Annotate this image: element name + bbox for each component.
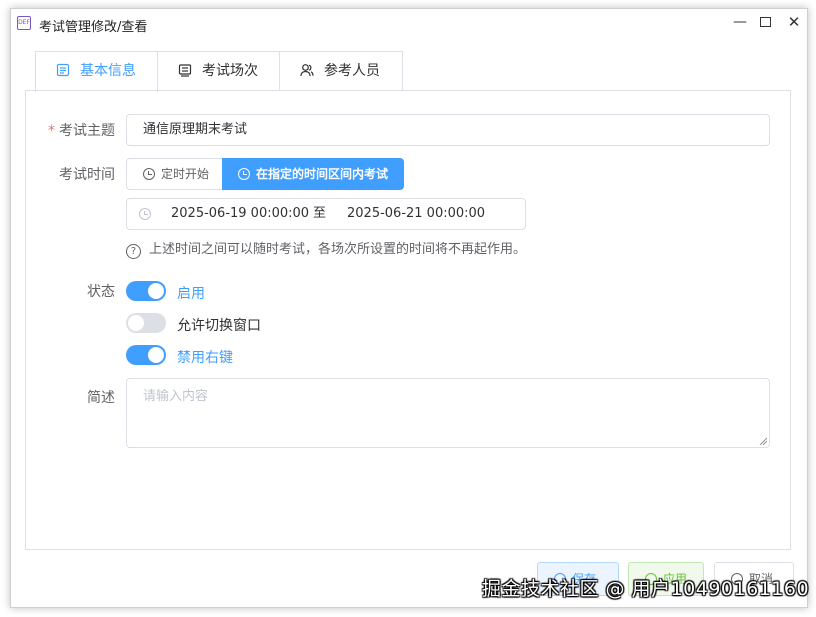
clock-icon	[238, 168, 250, 180]
maximize-icon[interactable]	[752, 11, 778, 33]
dialog-window: DEF 考试管理修改/查看 — ✕ 基本信息 考试场次 参考人员 * 考试主题 通…	[10, 8, 808, 608]
tab-basic-info[interactable]: 基本信息	[35, 51, 158, 92]
date-range-picker[interactable]: 2025-06-19 00:00:00 至 2025-06-21 00:00:0…	[126, 198, 526, 230]
disable-right-click-switch[interactable]	[126, 345, 166, 365]
description-label: 简述	[87, 390, 115, 406]
status-label: 状态	[87, 284, 115, 300]
subject-input[interactable]: 通信原理期末考试	[126, 114, 770, 146]
clock-icon	[139, 208, 151, 220]
watermark: 掘金技术社区 @ 用户10490161160	[482, 578, 810, 600]
enable-switch[interactable]	[126, 281, 166, 301]
window-title: 考试管理修改/查看	[39, 20, 148, 35]
enable-switch-label: 启用	[177, 286, 205, 302]
range-separator: 至	[313, 206, 327, 221]
list-icon	[178, 64, 192, 77]
question-icon: ?	[126, 244, 141, 259]
range-start-input[interactable]: 2025-06-19 00:00:00	[171, 199, 309, 229]
disable-right-click-label: 禁用右键	[177, 350, 233, 366]
app-icon: DEF	[17, 16, 31, 30]
resize-handle-icon[interactable]	[759, 437, 767, 445]
exam-time-label: 考试时间	[59, 167, 115, 183]
tab-exam-sessions[interactable]: 考试场次	[157, 51, 280, 90]
title-bar[interactable]: DEF 考试管理修改/查看 — ✕	[11, 9, 807, 39]
clock-icon	[143, 168, 155, 180]
mode-timed-start-button[interactable]: 定时开始	[126, 158, 223, 190]
minimize-icon[interactable]: —	[727, 11, 753, 33]
mode-time-range-button[interactable]: 在指定的时间区间内考试	[222, 158, 404, 190]
allow-switch-window-switch[interactable]	[126, 313, 166, 333]
document-list-icon	[56, 63, 70, 77]
subject-label: * 考试主题	[48, 123, 115, 139]
description-textarea[interactable]: 请输入内容	[126, 378, 770, 448]
close-icon[interactable]: ✕	[781, 11, 807, 33]
description-placeholder: 请输入内容	[143, 389, 209, 404]
range-end-input[interactable]: 2025-06-21 00:00:00	[347, 199, 485, 229]
users-icon	[300, 64, 314, 77]
tab-participants[interactable]: 参考人员	[279, 51, 403, 90]
allow-switch-window-label: 允许切换窗口	[177, 318, 261, 334]
time-hint: ? 上述时间之间可以随时考试，各场次所设置的时间将不再起作用。	[126, 238, 526, 259]
